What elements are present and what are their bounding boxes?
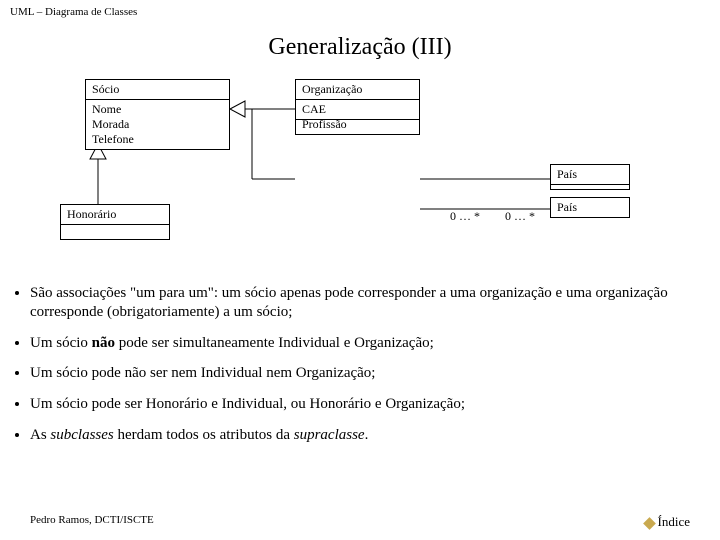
class-attrs [61,225,169,239]
footer-author: Pedro Ramos, DCTI/ISCTE [30,514,154,526]
attr: Nome [92,102,223,117]
class-attrs [551,185,629,189]
class-name: Honorário [61,205,169,225]
class-pais-1: País [550,164,630,190]
uml-diagram: Sócio Nome Morada Telefone Individual Id… [30,79,690,264]
attr: Telefone [92,132,223,147]
class-name: País [551,165,629,185]
bullet-item: Um sócio pode não ser nem Individual nem… [30,364,690,383]
class-pais-2: País [550,197,630,218]
text: pode ser simultaneamente Individual e Or… [115,335,434,351]
slide-title: Generalização (III) [0,34,720,61]
class-attrs: CAE [296,100,419,119]
diamond-icon [643,517,656,530]
multiplicity-right: 0 … * [505,209,535,224]
text: Um sócio pode não ser nem Individual nem… [30,365,375,381]
text: Índice [658,514,690,529]
page-header: UML – Diagrama de Classes [0,0,720,24]
text: Um sócio pode ser Honorário e Individual… [30,396,465,412]
italic-text: supraclasse [294,427,365,443]
class-socio: Sócio Nome Morada Telefone [85,79,230,150]
text: Um sócio [30,335,92,351]
bullet-list: São associações "um para um": um sócio a… [30,284,690,445]
class-organizacao: Organização CAE [295,79,420,120]
class-attrs: Nome Morada Telefone [86,100,229,149]
text: herdam todos os atributos da [114,427,294,443]
text: As [30,427,50,443]
bullet-item: As subclasses herdam todos os atributos … [30,426,690,445]
text: São associações "um para um": um sócio a… [30,285,668,320]
italic-text: subclasses [50,427,113,443]
bullet-item: Um sócio pode ser Honorário e Individual… [30,395,690,414]
bold-text: não [92,335,115,351]
attr: Morada [92,117,223,132]
class-name: País [551,198,629,217]
class-honorario: Honorário [60,204,170,240]
footer: Pedro Ramos, DCTI/ISCTE Índice [0,514,720,530]
bullet-item: São associações "um para um": um sócio a… [30,284,690,322]
class-name: Sócio [86,80,229,100]
multiplicity-left: 0 … * [450,209,480,224]
text: . [365,427,369,443]
class-name: Organização [296,80,419,100]
attr: CAE [302,102,413,117]
bullet-item: Um sócio não pode ser simultaneamente In… [30,334,690,353]
footer-index-link[interactable]: Índice [645,514,690,530]
